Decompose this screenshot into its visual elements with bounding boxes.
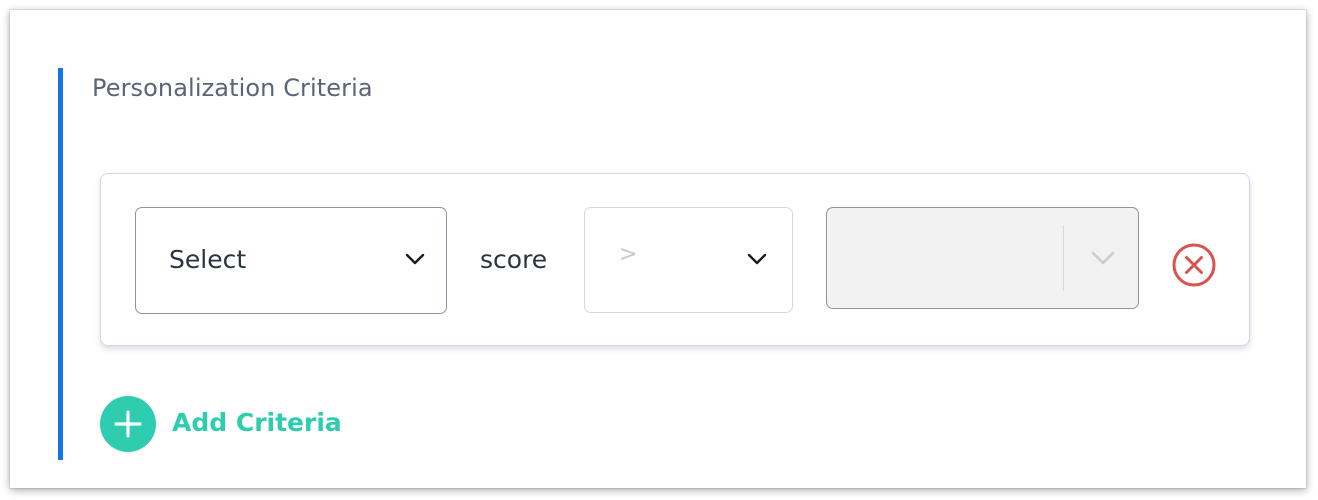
chevron-down-icon [746,251,768,270]
indicator-separator [1063,225,1064,291]
value-select[interactable] [826,207,1139,309]
operator-select-value: > [619,242,638,267]
chevron-down-icon [404,251,426,270]
add-criteria-label[interactable]: Add Criteria [172,408,342,437]
close-circle-icon [1172,243,1216,287]
personalization-panel: Personalization Criteria Select score > [10,10,1306,488]
operator-select[interactable]: > [584,207,793,313]
chevron-down-icon [1090,250,1116,270]
score-label: score [480,245,548,274]
add-criteria-button[interactable] [100,396,156,452]
criteria-row-card: Select score > [100,173,1250,346]
section-title: Personalization Criteria [92,74,373,102]
field-select[interactable]: Select [135,207,447,314]
field-select-value: Select [169,245,247,274]
plus-icon [114,410,142,438]
remove-criteria-button[interactable] [1171,242,1217,288]
section-accent-bar [58,68,63,460]
